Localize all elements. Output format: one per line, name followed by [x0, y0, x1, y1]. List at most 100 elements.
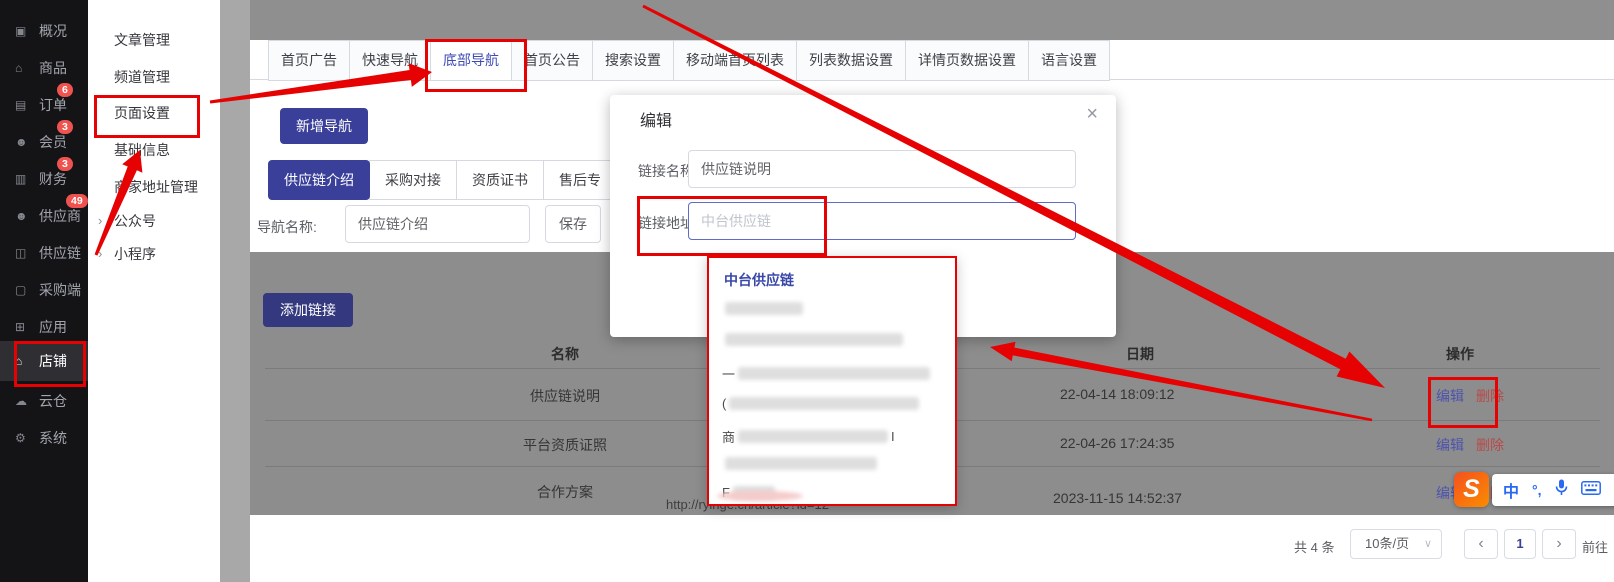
submenu-page-settings[interactable]: 页面设置 [88, 103, 220, 123]
sidebar-item-suppliers[interactable]: ☻供应商49 [0, 203, 88, 229]
edit-link[interactable]: 编辑 [1436, 386, 1464, 406]
censored-text [725, 333, 903, 346]
censored-text [738, 430, 888, 443]
sidebar-item-orders[interactable]: ▤订单6 [0, 92, 88, 118]
sidebar-item-system[interactable]: ⚙系统 [0, 425, 88, 451]
sidebar-item-overview[interactable]: ▣概况 [0, 18, 88, 44]
chevron-down-icon: ∨ [1424, 530, 1432, 558]
submenu-basic-info[interactable]: 基础信息 [88, 140, 220, 160]
dropdown-title[interactable]: 中台供应链 [724, 270, 794, 290]
supply-chain-icon: ◫ [15, 246, 33, 260]
link-name-input[interactable] [688, 150, 1076, 188]
current-page-button[interactable]: 1 [1504, 529, 1536, 559]
subtab-qualification-cert[interactable]: 资质证书 [456, 160, 544, 200]
ime-toolbar: 中 °, [1492, 474, 1614, 506]
suppliers-badge: 49 [66, 194, 88, 208]
page: ▣概况 ⌂商品 ▤订单6 ☻会员3 ▥财务3 ☻供应商49 ◫供应链 ▢采购端 … [0, 0, 1614, 582]
table-header-date: 日期 [1060, 344, 1220, 364]
chevron-right-icon: › [98, 244, 102, 264]
submenu-mini-program[interactable]: ›小程序 [88, 244, 220, 264]
tab-home-ads[interactable]: 首页广告 [268, 40, 350, 81]
nav-subtabs: 供应链介绍 采购对接 资质证书 售后专 [268, 160, 616, 200]
dropdown-option[interactable]: 一 [722, 364, 933, 383]
keyboard-icon[interactable] [1581, 481, 1601, 500]
shop-icon: ⌂ [15, 354, 33, 368]
dropdown-option[interactable] [722, 302, 806, 315]
dropdown-option[interactable] [722, 457, 880, 470]
dashboard-icon: ▣ [15, 24, 33, 38]
system-icon: ⚙ [15, 431, 33, 445]
link-url-input[interactable] [688, 202, 1076, 240]
tab-home-notice[interactable]: 首页公告 [511, 40, 593, 81]
tab-detail-data[interactable]: 详情页数据设置 [905, 40, 1029, 81]
microphone-icon[interactable] [1555, 479, 1568, 501]
finance-badge: 3 [57, 157, 73, 171]
nav-name-label: 导航名称: [257, 217, 317, 237]
sidebar-item-goods[interactable]: ⌂商品 [0, 55, 88, 81]
ime-punctuation-toggle[interactable]: °, [1532, 482, 1542, 498]
masked-top-band [250, 0, 1614, 40]
censored-text [729, 397, 919, 410]
add-nav-button[interactable]: 新增导航 [280, 108, 368, 144]
close-icon[interactable]: × [1086, 103, 1098, 126]
subtab-supply-chain-intro[interactable]: 供应链介绍 [268, 160, 370, 200]
table-row-date: 22-04-14 18:09:12 [1060, 386, 1174, 402]
sidebar-item-finance[interactable]: ▥财务3 [0, 166, 88, 192]
table-row-date: 22-04-26 17:24:35 [1060, 435, 1174, 451]
delete-link[interactable]: 删除 [1476, 386, 1504, 406]
sidebar-item-members[interactable]: ☻会员3 [0, 129, 88, 155]
dropdown-option[interactable] [722, 333, 906, 346]
next-page-button[interactable]: › [1542, 529, 1576, 559]
sidebar-item-cloud-warehouse[interactable]: ☁云仓 [0, 388, 88, 414]
ime-language-toggle[interactable]: 中 [1503, 478, 1519, 502]
table-header-action: 操作 [1400, 344, 1520, 364]
apps-icon: ⊞ [15, 320, 33, 334]
censored-highlight [717, 491, 803, 501]
censored-text [725, 302, 803, 315]
save-button[interactable]: 保存 [545, 205, 601, 243]
tab-mobile-home-list[interactable]: 移动端首页列表 [673, 40, 797, 81]
sidebar-item-procurement[interactable]: ▢采购端 [0, 277, 88, 303]
tab-search-settings[interactable]: 搜索设置 [592, 40, 674, 81]
delete-link[interactable]: 删除 [1476, 435, 1504, 455]
submenu-article-mgmt[interactable]: 文章管理 [88, 30, 220, 50]
sidebar-item-shop[interactable]: ⌂店铺 [0, 348, 88, 374]
cloud-warehouse-icon: ☁ [15, 394, 33, 408]
main-sidebar: ▣概况 ⌂商品 ▤订单6 ☻会员3 ▥财务3 ☻供应商49 ◫供应链 ▢采购端 … [0, 0, 88, 582]
procurement-icon: ▢ [15, 283, 33, 297]
tab-quick-nav[interactable]: 快速导航 [349, 40, 431, 81]
pagination-total: 共 4 条 [1294, 537, 1334, 556]
dropdown-option[interactable]: 商I [722, 427, 895, 446]
goods-icon: ⌂ [15, 61, 33, 75]
link-suggestion-dropdown: 中台供应链 一 ( 商I F [707, 256, 957, 506]
submenu-official-account[interactable]: ›公众号 [88, 211, 220, 231]
members-badge: 3 [57, 120, 73, 134]
page-size-select[interactable]: 10条/页 ∨ [1350, 529, 1442, 559]
dropdown-option[interactable]: ( [722, 396, 922, 411]
add-link-button[interactable]: 添加链接 [263, 293, 353, 327]
prev-page-button[interactable]: ‹ [1464, 529, 1498, 559]
orders-badge: 6 [57, 83, 73, 97]
sub-sidebar: 文章管理 频道管理 页面设置 基础信息 商家地址管理 ›公众号 ›小程序 [88, 0, 220, 582]
submenu-merchant-address[interactable]: 商家地址管理 [88, 177, 220, 197]
censored-text [738, 367, 930, 380]
tab-list-data[interactable]: 列表数据设置 [796, 40, 906, 81]
subtab-procurement-docking[interactable]: 采购对接 [369, 160, 457, 200]
table-row-date: 2023-11-15 14:52:37 [1053, 490, 1182, 506]
finance-icon: ▥ [15, 172, 33, 186]
content-gutter [220, 0, 250, 582]
subtab-after-sales[interactable]: 售后专 [543, 160, 617, 200]
chevron-right-icon: › [98, 211, 102, 231]
edit-link[interactable]: 编辑 [1436, 435, 1464, 455]
tab-footer-nav[interactable]: 底部导航 [430, 40, 512, 81]
nav-name-input[interactable] [345, 205, 530, 243]
tab-language[interactable]: 语言设置 [1028, 40, 1110, 81]
members-icon: ☻ [15, 135, 33, 149]
sogou-logo[interactable]: S [1454, 472, 1489, 507]
suppliers-icon: ☻ [15, 209, 33, 223]
submenu-channel-mgmt[interactable]: 频道管理 [88, 67, 220, 87]
censored-text [725, 457, 877, 470]
settings-tabbar: 首页广告 快速导航 底部导航 首页公告 搜索设置 移动端首页列表 列表数据设置 … [268, 40, 1109, 81]
sidebar-item-supply-chain[interactable]: ◫供应链 [0, 240, 88, 266]
sidebar-item-apps[interactable]: ⊞应用 [0, 314, 88, 340]
